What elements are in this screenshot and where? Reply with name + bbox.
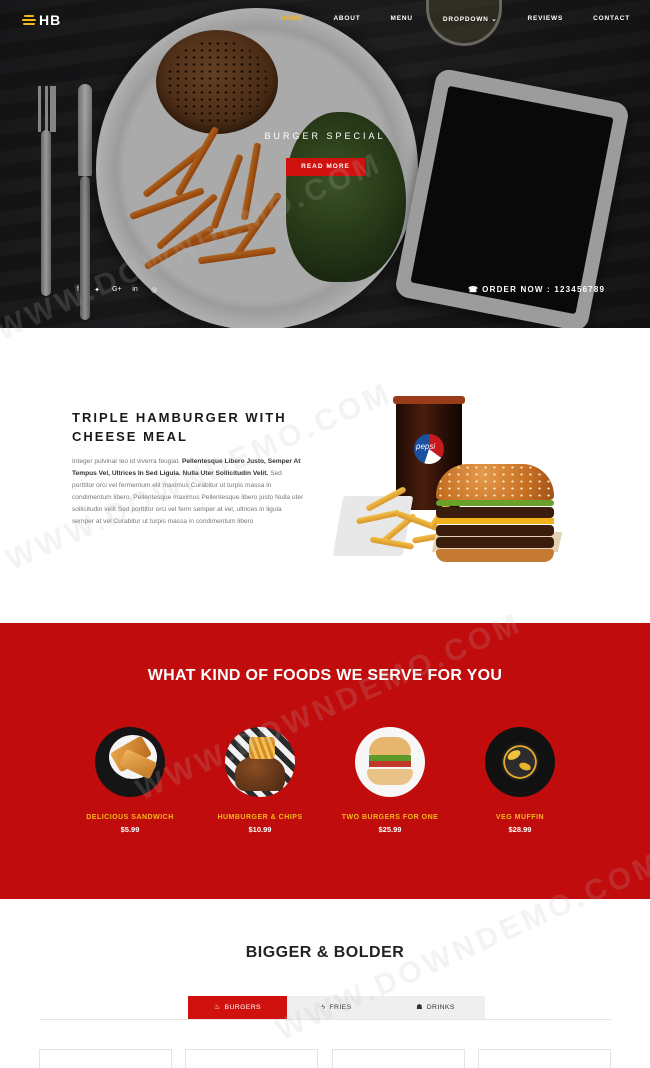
menu-card[interactable] bbox=[185, 1049, 318, 1068]
foods-section-title: WHAT KIND OF FOODS WE SERVE FOR YOU bbox=[147, 667, 503, 684]
nav-link-dropdown[interactable]: DROPDOWN ⌄ bbox=[443, 15, 498, 23]
intro-title-line2: CHEESE MEAL bbox=[72, 429, 188, 444]
hamburger-chips-image bbox=[225, 727, 295, 797]
linkedin-icon[interactable]: in bbox=[131, 286, 139, 294]
nav-link-menu[interactable]: MENU bbox=[391, 15, 413, 23]
nav-link-home[interactable]: HOME bbox=[281, 15, 304, 23]
intro-paragraph: Integer pulvinar leo id viverra feugiat.… bbox=[72, 456, 304, 527]
intro-text-part2: Sed porttitor orci vel fermentum elit ma… bbox=[72, 469, 304, 525]
order-now-text: ORDER NOW : 123456789 bbox=[482, 285, 606, 294]
food-price: $5.99 bbox=[120, 825, 140, 834]
tab-fries-label: FRIES bbox=[329, 1004, 352, 1011]
food-name: VEG MUFFIN bbox=[495, 814, 545, 821]
intro-text-part1: Integer pulvinar leo id viverra feugiat. bbox=[72, 458, 182, 465]
read-more-button[interactable]: READ MORE bbox=[286, 158, 365, 176]
food-item-sandwich[interactable]: DELICIOUS SANDWICH $5.99 bbox=[60, 727, 200, 834]
tab-fries[interactable]: ϟ FRIES bbox=[287, 996, 386, 1019]
twitter-icon[interactable]: ✦ bbox=[93, 286, 101, 294]
food-name: HUMBURGER & CHIPS bbox=[217, 814, 303, 821]
site-logo[interactable]: HB bbox=[22, 12, 61, 28]
food-price: $25.99 bbox=[378, 825, 402, 834]
sandwich-image bbox=[95, 727, 165, 797]
hero-caption: BURGER SPECIAL bbox=[264, 131, 386, 141]
veg-muffin-image bbox=[485, 727, 555, 797]
menu-card[interactable] bbox=[332, 1049, 465, 1068]
nav-link-dropdown-label: DROPDOWN bbox=[442, 16, 489, 23]
social-links: f ✦ G+ in ◎ bbox=[74, 286, 158, 294]
two-burgers-image bbox=[355, 727, 425, 797]
burger-meal-image: pepsi bbox=[332, 396, 566, 565]
phone-icon: ☎ bbox=[468, 285, 480, 294]
burger-logo-icon bbox=[22, 14, 36, 26]
chevron-down-icon: ⌄ bbox=[491, 16, 498, 23]
food-item-veg-muffin[interactable]: VEG MUFFIN $28.99 bbox=[450, 727, 590, 834]
tab-drinks[interactable]: ☗ DRINKS bbox=[386, 996, 485, 1019]
menu-card[interactable] bbox=[478, 1049, 611, 1068]
intro-title: TRIPLE HAMBURGER WITH CHEESE MEAL bbox=[72, 408, 302, 446]
food-name: DELICIOUS SANDWICH bbox=[86, 814, 174, 821]
food-price: $10.99 bbox=[248, 825, 272, 834]
hero-banner: HB HOME ABOUT MENU DROPDOWN ⌄ REVIEWS CO… bbox=[0, 0, 650, 328]
burger-icon: ♨ bbox=[214, 1004, 221, 1011]
facebook-icon[interactable]: f bbox=[74, 286, 82, 294]
nav-menu: HOME ABOUT MENU DROPDOWN ⌄ REVIEWS CONTA… bbox=[251, 15, 630, 23]
food-item-hamburger-chips[interactable]: HUMBURGER & CHIPS $10.99 bbox=[190, 727, 330, 834]
instagram-icon[interactable]: ◎ bbox=[150, 286, 158, 294]
menu-section-title: BIGGER & BOLDER bbox=[245, 944, 405, 961]
intro-title-line1: TRIPLE HAMBURGER WITH bbox=[72, 410, 287, 425]
tab-burgers[interactable]: ♨ BURGERS bbox=[188, 996, 287, 1019]
order-now[interactable]: ☎ ORDER NOW : 123456789 bbox=[468, 285, 605, 294]
google-plus-icon[interactable]: G+ bbox=[112, 286, 122, 294]
top-navbar: HB HOME ABOUT MENU DROPDOWN ⌄ REVIEWS CO… bbox=[0, 0, 650, 40]
nav-link-about[interactable]: ABOUT bbox=[333, 15, 360, 23]
food-item-two-burgers[interactable]: TWO BURGERS FOR ONE $25.99 bbox=[320, 727, 460, 834]
food-name: TWO BURGERS FOR ONE bbox=[341, 814, 439, 821]
menu-tabs: ♨ BURGERS ϟ FRIES ☗ DRINKS bbox=[188, 996, 485, 1019]
cup-brand-text: pepsi bbox=[416, 442, 436, 451]
burger-image bbox=[436, 464, 554, 562]
foods-section: WHAT KIND OF FOODS WE SERVE FOR YOU DELI… bbox=[0, 623, 650, 899]
food-price: $28.99 bbox=[508, 825, 532, 834]
tab-burgers-label: BURGERS bbox=[224, 1004, 261, 1011]
logo-text: HB bbox=[39, 12, 62, 28]
tabs-divider bbox=[39, 1019, 611, 1020]
nav-link-reviews[interactable]: REVIEWS bbox=[528, 15, 564, 23]
tab-drinks-label: DRINKS bbox=[426, 1004, 455, 1011]
fries-icon: ϟ bbox=[321, 1004, 326, 1011]
nav-link-contact[interactable]: CONTACT bbox=[593, 15, 630, 23]
menu-card[interactable] bbox=[39, 1049, 172, 1068]
drinks-icon: ☗ bbox=[416, 1004, 423, 1011]
